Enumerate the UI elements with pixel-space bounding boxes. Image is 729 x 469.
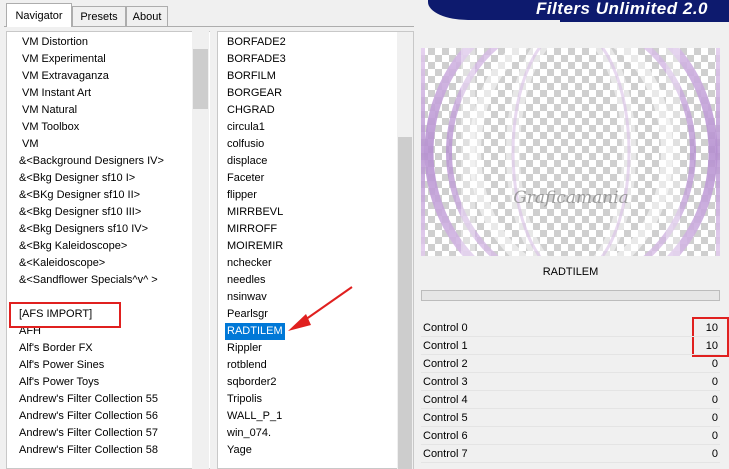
control-row-1[interactable]: Control 1 10: [421, 338, 720, 355]
tab-presets[interactable]: Presets: [72, 6, 126, 26]
filter-item-displace[interactable]: displace: [227, 153, 267, 170]
control-label: Control 4: [423, 394, 468, 406]
category-item-alf-s-border-fx[interactable]: Alf's Border FX: [19, 340, 93, 357]
category-scrollbar[interactable]: [192, 31, 209, 469]
category-list[interactable]: VM Distortion VM Experimental VM Extravaga…: [6, 31, 210, 469]
filter-item-mirroff[interactable]: MIRROFF: [227, 221, 277, 238]
filter-item-borgear[interactable]: BORGEAR: [227, 85, 282, 102]
tab-about[interactable]: About: [126, 6, 168, 26]
control-value[interactable]: 0: [712, 374, 718, 391]
filter-item-borfade2[interactable]: BORFADE2: [227, 34, 286, 51]
category-item-vm-experimental[interactable]: VM Experimental: [22, 51, 106, 68]
category-item-alf-s-power-sines[interactable]: Alf's Power Sines: [19, 357, 104, 374]
category-item-andrew-s-filter-collection-57[interactable]: Andrew's Filter Collection 57: [19, 425, 158, 442]
filter-scroll-thumb[interactable]: [398, 137, 412, 469]
category-item-bkg-designer-sf10-ii[interactable]: &<BKg Designer sf10 II>: [19, 187, 140, 204]
banner-underline: [560, 19, 729, 22]
filter-item-faceter[interactable]: Faceter: [227, 170, 264, 187]
preview-rings: [421, 48, 720, 256]
filter-item-moiremir[interactable]: MOIREMIR: [227, 238, 283, 255]
filter-item-nchecker[interactable]: nchecker: [227, 255, 272, 272]
category-item-andrew-s-filter-collection-56[interactable]: Andrew's Filter Collection 56: [19, 408, 158, 425]
current-filter-name: RADTILEM: [542, 266, 599, 278]
control-value[interactable]: 10: [706, 338, 718, 355]
category-item-bkg-kaleidoscope[interactable]: &<Bkg Kaleidoscope>: [19, 238, 127, 255]
category-scroll-thumb[interactable]: [193, 49, 208, 109]
filter-item-rippler[interactable]: Rippler: [227, 340, 262, 357]
filter-item-needles[interactable]: needles: [227, 272, 266, 289]
filter-item-radtilem[interactable]: RADTILEM: [225, 323, 285, 340]
control-label: Control 6: [423, 430, 468, 442]
control-value[interactable]: 0: [712, 446, 718, 463]
category-item-vm-instant-art[interactable]: VM Instant Art: [22, 85, 91, 102]
filter-item-wall-p-1[interactable]: WALL_P_1: [227, 408, 282, 425]
filter-item-tripolis[interactable]: Tripolis: [227, 391, 262, 408]
control-label: Control 7: [423, 448, 468, 460]
control-row-5[interactable]: Control 5 0: [421, 410, 720, 427]
filter-item-rotblend[interactable]: rotblend: [227, 357, 267, 374]
preview-image: Graficamania: [421, 48, 720, 256]
control-row-0[interactable]: Control 0 10: [421, 320, 720, 337]
control-value[interactable]: 0: [712, 428, 718, 445]
category-item-bkg-designer-sf10-i[interactable]: &<Bkg Designer sf10 I>: [19, 170, 135, 187]
highlight-afs-import: [9, 302, 121, 328]
filter-item-sqborder2[interactable]: sqborder2: [227, 374, 277, 391]
category-item-bkg-designer-sf10-iii[interactable]: &<Bkg Designer sf10 III>: [19, 204, 141, 221]
control-row-4[interactable]: Control 4 0: [421, 392, 720, 409]
filter-item-nsinwav[interactable]: nsinwav: [227, 289, 267, 306]
filter-item-pearlsgr[interactable]: Pearlsgr: [227, 306, 268, 323]
category-item-alf-s-power-toys[interactable]: Alf's Power Toys: [19, 374, 99, 391]
preview-watermark: Graficamania: [513, 188, 629, 208]
filter-item-win-074[interactable]: win_074.: [227, 425, 271, 442]
filter-item-circula1[interactable]: circula1: [227, 119, 265, 136]
category-item-bkg-designers-sf10-iv[interactable]: &<Bkg Designers sf10 IV>: [19, 221, 148, 238]
filter-scrollbar[interactable]: [397, 32, 413, 469]
category-item-vm-toolbox[interactable]: VM Toolbox: [22, 119, 79, 136]
progress-bar: [421, 290, 720, 301]
control-label: Control 3: [423, 376, 468, 388]
category-item-vm[interactable]: VM: [22, 136, 39, 153]
control-row-6[interactable]: Control 6 0: [421, 428, 720, 445]
filter-item-colfusio[interactable]: colfusio: [227, 136, 264, 153]
category-item-kaleidoscope[interactable]: &<Kaleidoscope>: [19, 255, 105, 272]
filter-item-borfilm[interactable]: BORFILM: [227, 68, 276, 85]
control-label: Control 2: [423, 358, 468, 370]
app-banner: Filters Unlimited 2.0: [428, 0, 729, 20]
filter-item-borfade3[interactable]: BORFADE3: [227, 51, 286, 68]
category-item-vm-distortion[interactable]: VM Distortion: [22, 34, 88, 51]
control-value[interactable]: 10: [706, 320, 718, 337]
control-row-2[interactable]: Control 2 0: [421, 356, 720, 373]
tab-navigator[interactable]: Navigator: [6, 3, 72, 27]
filter-item-chgrad[interactable]: CHGRAD: [227, 102, 275, 119]
category-item-andrew-s-filter-collection-55[interactable]: Andrew's Filter Collection 55: [19, 391, 158, 408]
category-item-background-designers-iv[interactable]: &<Background Designers IV>: [19, 153, 164, 170]
control-label: Control 0: [423, 322, 468, 334]
category-item-andrew-s-filter-collection-58[interactable]: Andrew's Filter Collection 58: [19, 442, 158, 459]
control-row-3[interactable]: Control 3 0: [421, 374, 720, 391]
control-label: Control 1: [423, 340, 468, 352]
control-value[interactable]: 0: [712, 356, 718, 373]
red-arrow-icon: [288, 286, 353, 331]
filter-item-mirrbevl[interactable]: MIRRBEVL: [227, 204, 283, 221]
control-value[interactable]: 0: [712, 410, 718, 427]
control-row-7[interactable]: Control 7 0: [421, 446, 720, 463]
filter-item-flipper[interactable]: flipper: [227, 187, 257, 204]
category-item-sandflower-specials-v[interactable]: &<Sandflower Specials^v^ >: [19, 272, 158, 289]
category-item-vm-extravaganza[interactable]: VM Extravaganza: [22, 68, 109, 85]
filter-item-yage[interactable]: Yage: [227, 442, 252, 459]
category-item-vm-natural[interactable]: VM Natural: [22, 102, 77, 119]
control-value[interactable]: 0: [712, 392, 718, 409]
control-label: Control 5: [423, 412, 468, 424]
filter-list[interactable]: BORFADE2 BORFADE3 BORFILM BORGEAR CHGRAD circ…: [217, 31, 414, 469]
